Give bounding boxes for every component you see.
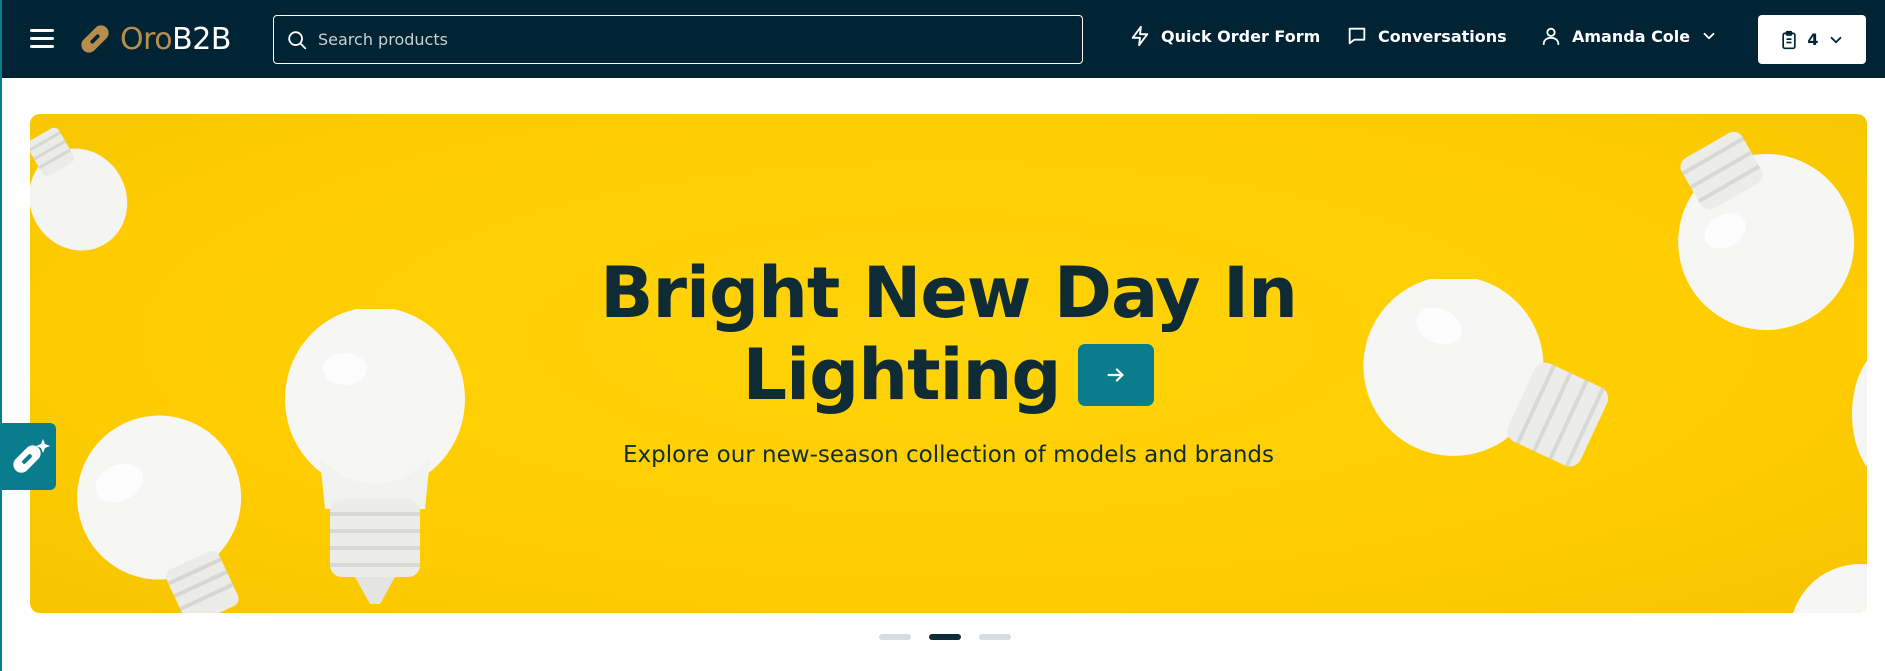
search-input[interactable]	[318, 30, 1078, 49]
lightbulb-image	[77, 415, 242, 613]
sparkle-logo-icon	[13, 438, 50, 473]
conversations-label: Conversations	[1378, 26, 1507, 46]
hero-title: Bright New Day In Lighting	[30, 252, 1867, 416]
carousel-pagination	[2, 634, 1885, 640]
menu-icon[interactable]	[30, 29, 54, 49]
hero-banner: Bright New Day In Lighting Explore our n…	[30, 114, 1867, 613]
hero-subtitle: Explore our new-season collection of mod…	[623, 442, 1274, 468]
hero-cta-button[interactable]	[1078, 344, 1155, 406]
ai-assistant-widget-button[interactable]	[2, 423, 56, 490]
shopping-list-count: 4	[1807, 30, 1819, 49]
chevron-down-icon	[1703, 32, 1715, 40]
user-icon	[1542, 27, 1560, 46]
hero-title-line-2-row: Lighting	[743, 334, 1155, 416]
lightbulb-image	[30, 127, 128, 251]
arrow-right-icon	[1108, 368, 1124, 382]
hero-title-line-1: Bright New Day In	[600, 252, 1298, 334]
lightning-icon	[1131, 25, 1149, 47]
search-box	[273, 15, 1083, 64]
logo[interactable]: OroB2B	[76, 18, 231, 60]
carousel-dot-2[interactable]	[928, 634, 961, 640]
carousel-dot-1[interactable]	[878, 634, 911, 640]
chevron-down-icon	[1830, 36, 1841, 43]
logo-text: OroB2B	[120, 22, 231, 57]
user-name: Amanda Cole	[1572, 26, 1691, 46]
carousel-dot-3[interactable]	[978, 634, 1011, 640]
top-navigation-bar: OroB2B Quick Order Form Conversations	[2, 0, 1885, 78]
chat-bubble-icon	[1348, 27, 1366, 45]
logo-text-b2b: B2B	[172, 21, 231, 57]
hero-title-line-2: Lighting	[742, 334, 1062, 416]
lightbulb-image	[1793, 564, 1867, 613]
clipboard-icon	[1782, 30, 1797, 49]
shopping-list-button[interactable]: 4	[1758, 15, 1866, 64]
user-menu[interactable]: Amanda Cole	[1540, 25, 1718, 47]
conversations-link[interactable]: Conversations	[1346, 25, 1507, 47]
logo-text-oro: Oro	[120, 21, 173, 57]
search-icon	[288, 30, 307, 49]
logo-mark-icon	[81, 25, 109, 53]
quick-order-form-link[interactable]: Quick Order Form	[1129, 25, 1320, 47]
quick-order-form-label: Quick Order Form	[1161, 26, 1321, 46]
page: OroB2B Quick Order Form Conversations	[0, 0, 1885, 671]
